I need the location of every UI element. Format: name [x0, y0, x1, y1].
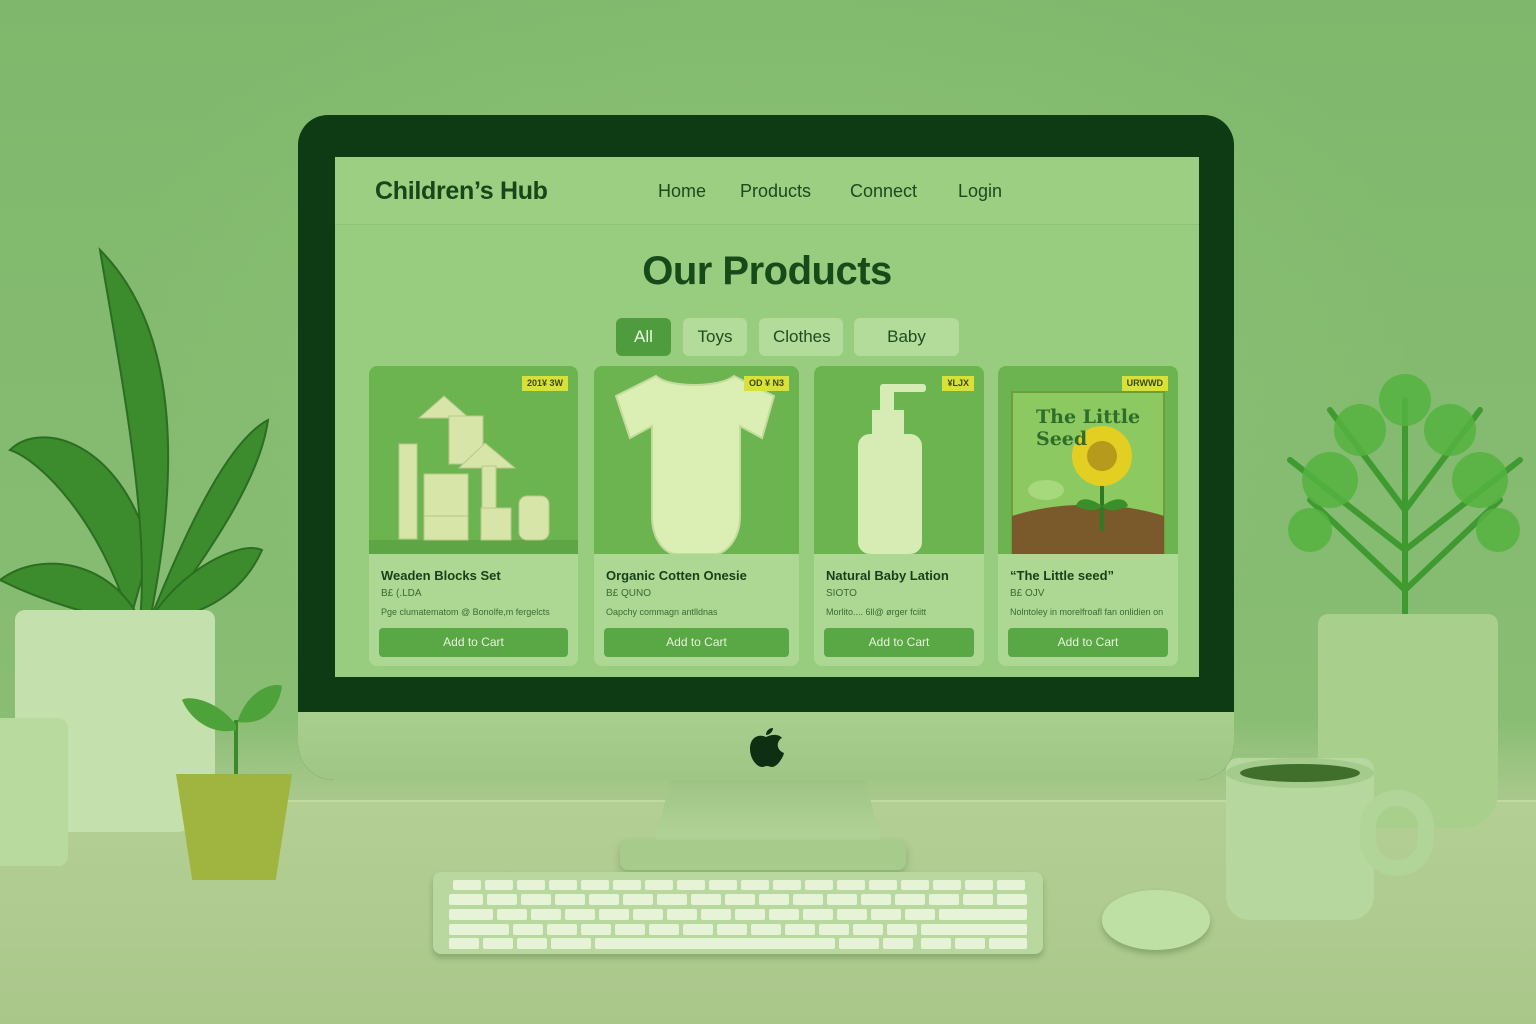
- speaker-icon: [0, 718, 68, 866]
- product-card: OD ¥ N3 Organic Cotten Onesie B£ QUNO Oa…: [594, 366, 799, 666]
- product-image[interactable]: ¥LJX: [814, 366, 984, 554]
- product-card: The Little Seed URWWD “The Little seed” …: [998, 366, 1178, 666]
- brand-logo[interactable]: Children’s Hub: [375, 177, 548, 206]
- book-title: The Little Seed: [1036, 406, 1141, 450]
- nav-connect[interactable]: Connect: [850, 181, 917, 202]
- product-price: B£ OJV: [1010, 588, 1045, 599]
- product-description: Morlito.... 6ll@ ørger fciitt: [826, 607, 927, 617]
- mouse-icon[interactable]: [1102, 890, 1210, 950]
- filter-toys[interactable]: Toys: [683, 318, 747, 356]
- lotion-bottle-icon: [858, 384, 926, 554]
- add-to-cart-button[interactable]: Add to Cart: [824, 628, 974, 657]
- product-image[interactable]: The Little Seed URWWD: [998, 366, 1178, 555]
- mug-handle: [1360, 790, 1434, 876]
- nav-home[interactable]: Home: [658, 181, 706, 202]
- product-image[interactable]: OD ¥ N3: [594, 366, 799, 555]
- filter-clothes[interactable]: Clothes: [759, 318, 843, 356]
- fern-plant-right-icon: [1287, 374, 1523, 628]
- product-card: 201¥ 3W Weaden Blocks Set B£ (.LDA Pge c…: [369, 366, 578, 666]
- filter-all[interactable]: All: [616, 318, 671, 356]
- product-badge: OD ¥ N3: [743, 376, 789, 391]
- book-cover-icon: [1011, 391, 1165, 555]
- mug-coffee: [1240, 764, 1360, 782]
- product-name[interactable]: Weaden Blocks Set: [381, 568, 501, 583]
- filter-baby-care[interactable]: Baby Care: [854, 318, 959, 384]
- apple-logo-icon: [750, 728, 784, 767]
- nav-products[interactable]: Products: [740, 181, 811, 202]
- add-to-cart-button[interactable]: Add to Cart: [604, 628, 789, 657]
- wooden-blocks-icon: [369, 395, 578, 554]
- product-name[interactable]: “The Little seed”: [1010, 568, 1114, 583]
- plant-large-left-icon: [0, 247, 270, 624]
- product-image[interactable]: 201¥ 3W: [369, 366, 578, 554]
- keyboard-keys-icon: [449, 880, 1027, 949]
- onesie-icon: [614, 374, 776, 555]
- product-name[interactable]: Natural Baby Lation: [826, 568, 949, 583]
- product-price: SIOTO: [826, 588, 857, 599]
- product-description: Oapchy commagn antlldnas: [606, 607, 718, 617]
- navbar: Children’s Hub Home Products Connect Log…: [335, 157, 1199, 225]
- product-card: ¥LJX Natural Baby Lation SIOTO Morlito..…: [814, 366, 984, 666]
- nav-login[interactable]: Login: [958, 181, 1002, 202]
- monitor-stand-base: [620, 840, 906, 870]
- product-badge: 201¥ 3W: [521, 376, 568, 391]
- product-badge: ¥LJX: [942, 376, 974, 391]
- keyboard[interactable]: [433, 872, 1043, 954]
- seedling-pot: [176, 774, 292, 880]
- page-title: Our Products: [642, 249, 892, 293]
- product-description: Nolntoley in morelfroafl fan onlidien on: [1010, 607, 1164, 617]
- product-description: Pge clumatematom @ Bonolfe,m fergelcts: [381, 607, 550, 617]
- seedling-icon: [182, 685, 282, 775]
- product-price: B£ (.LDA: [381, 588, 422, 599]
- product-name[interactable]: Organic Cotten Onesie: [606, 568, 747, 583]
- add-to-cart-button[interactable]: Add to Cart: [379, 628, 568, 657]
- add-to-cart-button[interactable]: Add to Cart: [1008, 628, 1168, 657]
- website-screen: Children’s Hub Home Products Connect Log…: [335, 157, 1199, 677]
- product-price: B£ QUNO: [606, 588, 652, 599]
- product-badge: URWWD: [1121, 376, 1168, 391]
